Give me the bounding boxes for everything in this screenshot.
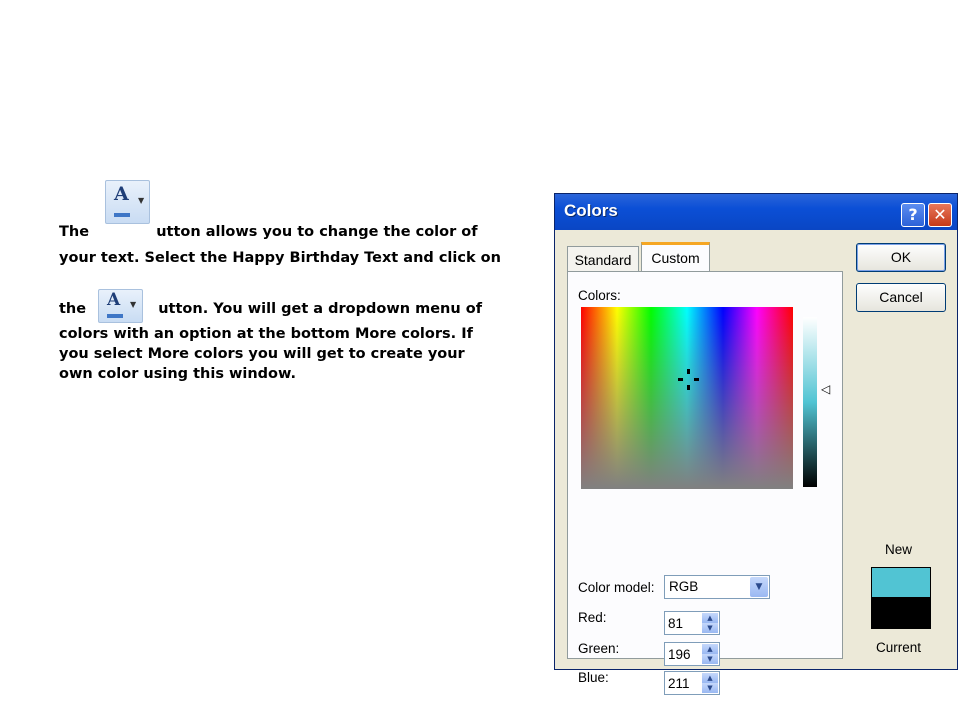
blue-down-icon[interactable]: ▼ — [702, 683, 718, 693]
ok-button[interactable]: OK — [856, 243, 946, 272]
instruction-line-5: you select More colors you will get to c… — [59, 346, 465, 362]
font-color-bar — [114, 213, 130, 217]
instruction-line-1: The utton allows you to change the color… — [59, 223, 478, 241]
font-color-button-icon: A ▼ — [105, 180, 150, 224]
green-down-icon[interactable]: ▼ — [702, 654, 718, 664]
instruction-line-4: colors with an option at the bottom More… — [59, 326, 473, 342]
blue-value: 211 — [668, 676, 690, 691]
color-spectrum[interactable] — [581, 307, 793, 489]
colors-dialog: Colors ? ✕ Standard Custom Colors: ◁ Col… — [554, 193, 958, 695]
new-label: New — [885, 542, 913, 557]
red-label: Red: — [578, 610, 607, 625]
color-model-value: RGB — [669, 579, 699, 594]
font-color-letter: A — [114, 183, 129, 205]
tab-custom[interactable]: Custom — [641, 242, 710, 272]
blue-label: Blue: — [578, 670, 609, 685]
close-button[interactable]: ✕ — [928, 203, 952, 227]
instruction-line-3-suffix: utton. You will get a dropdown menu of — [158, 301, 483, 317]
green-spinner[interactable]: 196 ▲ ▼ — [664, 642, 720, 666]
custom-tab-panel: Colors: ◁ Color model: RGB ▼ Red: 81 ▲ ▼… — [567, 271, 843, 695]
chevron-down-icon[interactable]: ▼ — [750, 577, 768, 597]
green-up-icon[interactable]: ▲ — [702, 644, 718, 654]
instruction-line-6: own color using this window. — [59, 366, 296, 382]
blue-up-icon[interactable]: ▲ — [702, 673, 718, 683]
red-spinner[interactable]: 81 ▲ ▼ — [664, 611, 720, 635]
blue-spinner[interactable]: 211 ▲ ▼ — [664, 671, 720, 695]
color-model-label: Color model: — [578, 580, 655, 595]
luminance-arrow-icon[interactable]: ◁ — [821, 382, 830, 396]
instruction-line-2: your text. Select the Happy Birthday Tex… — [59, 250, 501, 266]
cancel-button[interactable]: Cancel — [856, 283, 946, 312]
current-color-swatch — [871, 598, 931, 629]
crosshair-icon[interactable] — [677, 368, 701, 392]
chevron-down-icon: ▼ — [138, 196, 145, 205]
new-color-swatch — [871, 567, 931, 598]
color-model-select[interactable]: RGB ▼ — [664, 575, 770, 599]
luminance-slider[interactable] — [803, 317, 817, 487]
instruction-line-1-suffix: utton allows you to change the color of — [156, 224, 478, 240]
red-up-icon[interactable]: ▲ — [702, 613, 718, 623]
current-label: Current — [876, 640, 922, 655]
instruction-line-1-prefix: The — [59, 224, 90, 240]
instruction-line-3: the utton. You will get a dropdown menu … — [59, 300, 482, 318]
green-label: Green: — [578, 641, 620, 656]
green-value: 196 — [668, 647, 691, 662]
help-button[interactable]: ? — [901, 203, 925, 227]
tab-standard[interactable]: Standard — [567, 246, 639, 271]
red-down-icon[interactable]: ▼ — [702, 623, 718, 633]
red-value: 81 — [668, 616, 684, 631]
dialog-title: Colors — [564, 201, 618, 220]
instruction-line-3-prefix: the — [59, 301, 87, 317]
dialog-titlebar[interactable]: Colors ? ✕ — [555, 194, 957, 230]
colors-label: Colors: — [578, 288, 621, 303]
